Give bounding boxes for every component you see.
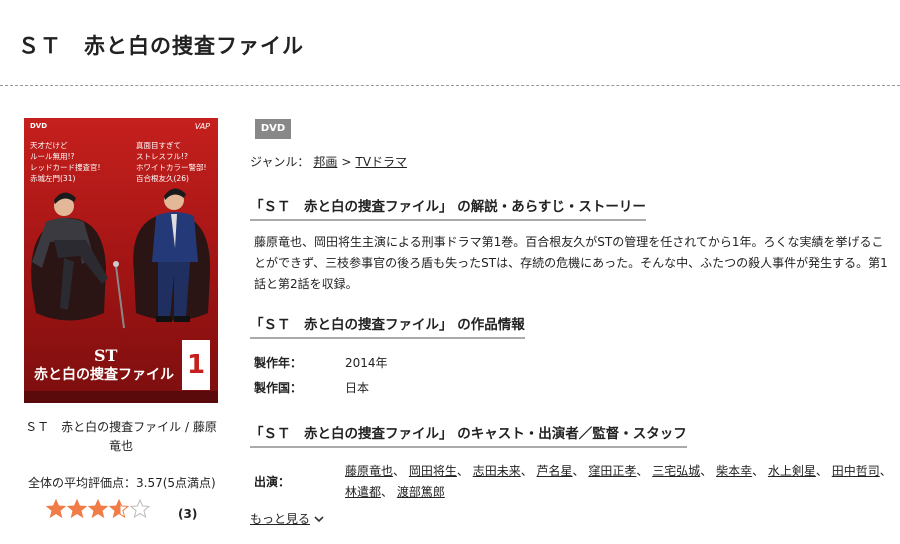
- cast-link[interactable]: 志田未来: [473, 464, 521, 478]
- header-divider: [0, 85, 900, 86]
- cover-caption: ＳＴ 赤と白の捜査ファイル / 藤原竜也: [25, 420, 217, 453]
- star-rating: [46, 499, 150, 519]
- genre-link-tvdrama[interactable]: TVドラマ: [355, 153, 407, 170]
- cover-illustration: [31, 188, 211, 329]
- chevron-down-icon: [314, 515, 324, 522]
- info-heading: 「ＳＴ 赤と白の捜査ファイル」 の作品情報: [250, 313, 525, 339]
- synopsis-heading: 「ＳＴ 赤と白の捜査ファイル」 の解説・あらすじ・ストーリー: [250, 195, 646, 221]
- star-icon: [88, 499, 108, 519]
- format-badge: DVD: [255, 119, 291, 139]
- cast-link[interactable]: 芦名星: [537, 464, 573, 478]
- cast-label: 出演：: [254, 475, 291, 489]
- synopsis-text: 藤原竜也、岡田将生主演による刑事ドラマ第1巻。百合根友久がSTの管理を任されてか…: [254, 235, 888, 291]
- cast-heading: 「ＳＴ 赤と白の捜査ファイル」 のキャスト・出演者／監督・スタッフ: [250, 422, 687, 448]
- cast-separator: 、: [393, 464, 409, 478]
- cast-link[interactable]: 窪田正孝: [588, 464, 636, 478]
- production-country-label: 製作国：: [254, 381, 303, 395]
- production-year-label: 製作年：: [254, 356, 303, 370]
- cover-vap-mark: VAP: [194, 122, 210, 131]
- cast-link[interactable]: 林遣都: [345, 485, 381, 499]
- cast-link[interactable]: 藤原竜也: [345, 464, 393, 478]
- cast-separator: 、: [752, 464, 768, 478]
- show-more-label: もっと見る: [250, 512, 311, 526]
- cast-link[interactable]: 柴本幸: [716, 464, 752, 478]
- cover-dvd-mark: DVD: [30, 122, 48, 130]
- production-country-value: 日本: [345, 381, 370, 395]
- cast-link[interactable]: 三宅弘城: [652, 464, 700, 478]
- cover-st-logo: ST: [94, 346, 118, 365]
- cast-link[interactable]: 渡部篤郎: [397, 485, 445, 499]
- cast-separator: 、: [700, 464, 717, 478]
- average-rating-label: 全体の平均評価点：3.57(5点満点): [28, 476, 216, 490]
- production-year-value: 2014年: [345, 356, 388, 370]
- review-count[interactable]: (3): [178, 507, 197, 521]
- cast-separator: 、: [636, 464, 653, 478]
- cover-credits-bar: [24, 391, 218, 403]
- cast-separator: 、: [572, 464, 589, 478]
- cover-volume: 1: [182, 340, 210, 390]
- breadcrumb-separator: >: [341, 154, 352, 169]
- show-more-button[interactable]: もっと見る: [250, 510, 324, 527]
- cast-separator: 、: [381, 485, 397, 499]
- cast-list: 藤原竜也、 岡田将生、 志田未来、 芦名星、 窪田正孝、 三宅弘城、 柴本幸、 …: [345, 461, 893, 503]
- genre-breadcrumb: ジャンル： 邦画 > TVドラマ: [250, 153, 407, 170]
- cast-separator: 、: [456, 464, 473, 478]
- star-icon: [109, 499, 129, 519]
- star-icon: [46, 499, 66, 519]
- cast-separator: 、: [520, 464, 537, 478]
- genre-label: ジャンル：: [250, 155, 310, 169]
- star-icon: [130, 499, 150, 519]
- cast-link[interactable]: 岡田将生: [409, 464, 457, 478]
- cast-link[interactable]: 田中哲司: [832, 464, 880, 478]
- star-icon: [67, 499, 87, 519]
- cast-separator: 、: [815, 464, 832, 478]
- cover-title-logo: 赤と白の捜査ファイル: [34, 367, 174, 383]
- genre-link-movie[interactable]: 邦画: [313, 153, 337, 170]
- dvd-cover-image[interactable]: DVD VAP 天才だけど ルール無用!? レッドカード捜査官! 赤城左門(31…: [24, 118, 218, 403]
- page-title: ＳＴ 赤と白の捜査ファイル: [18, 34, 304, 58]
- cast-link[interactable]: 水上剣星: [768, 464, 816, 478]
- cast-separator: 、: [879, 464, 892, 478]
